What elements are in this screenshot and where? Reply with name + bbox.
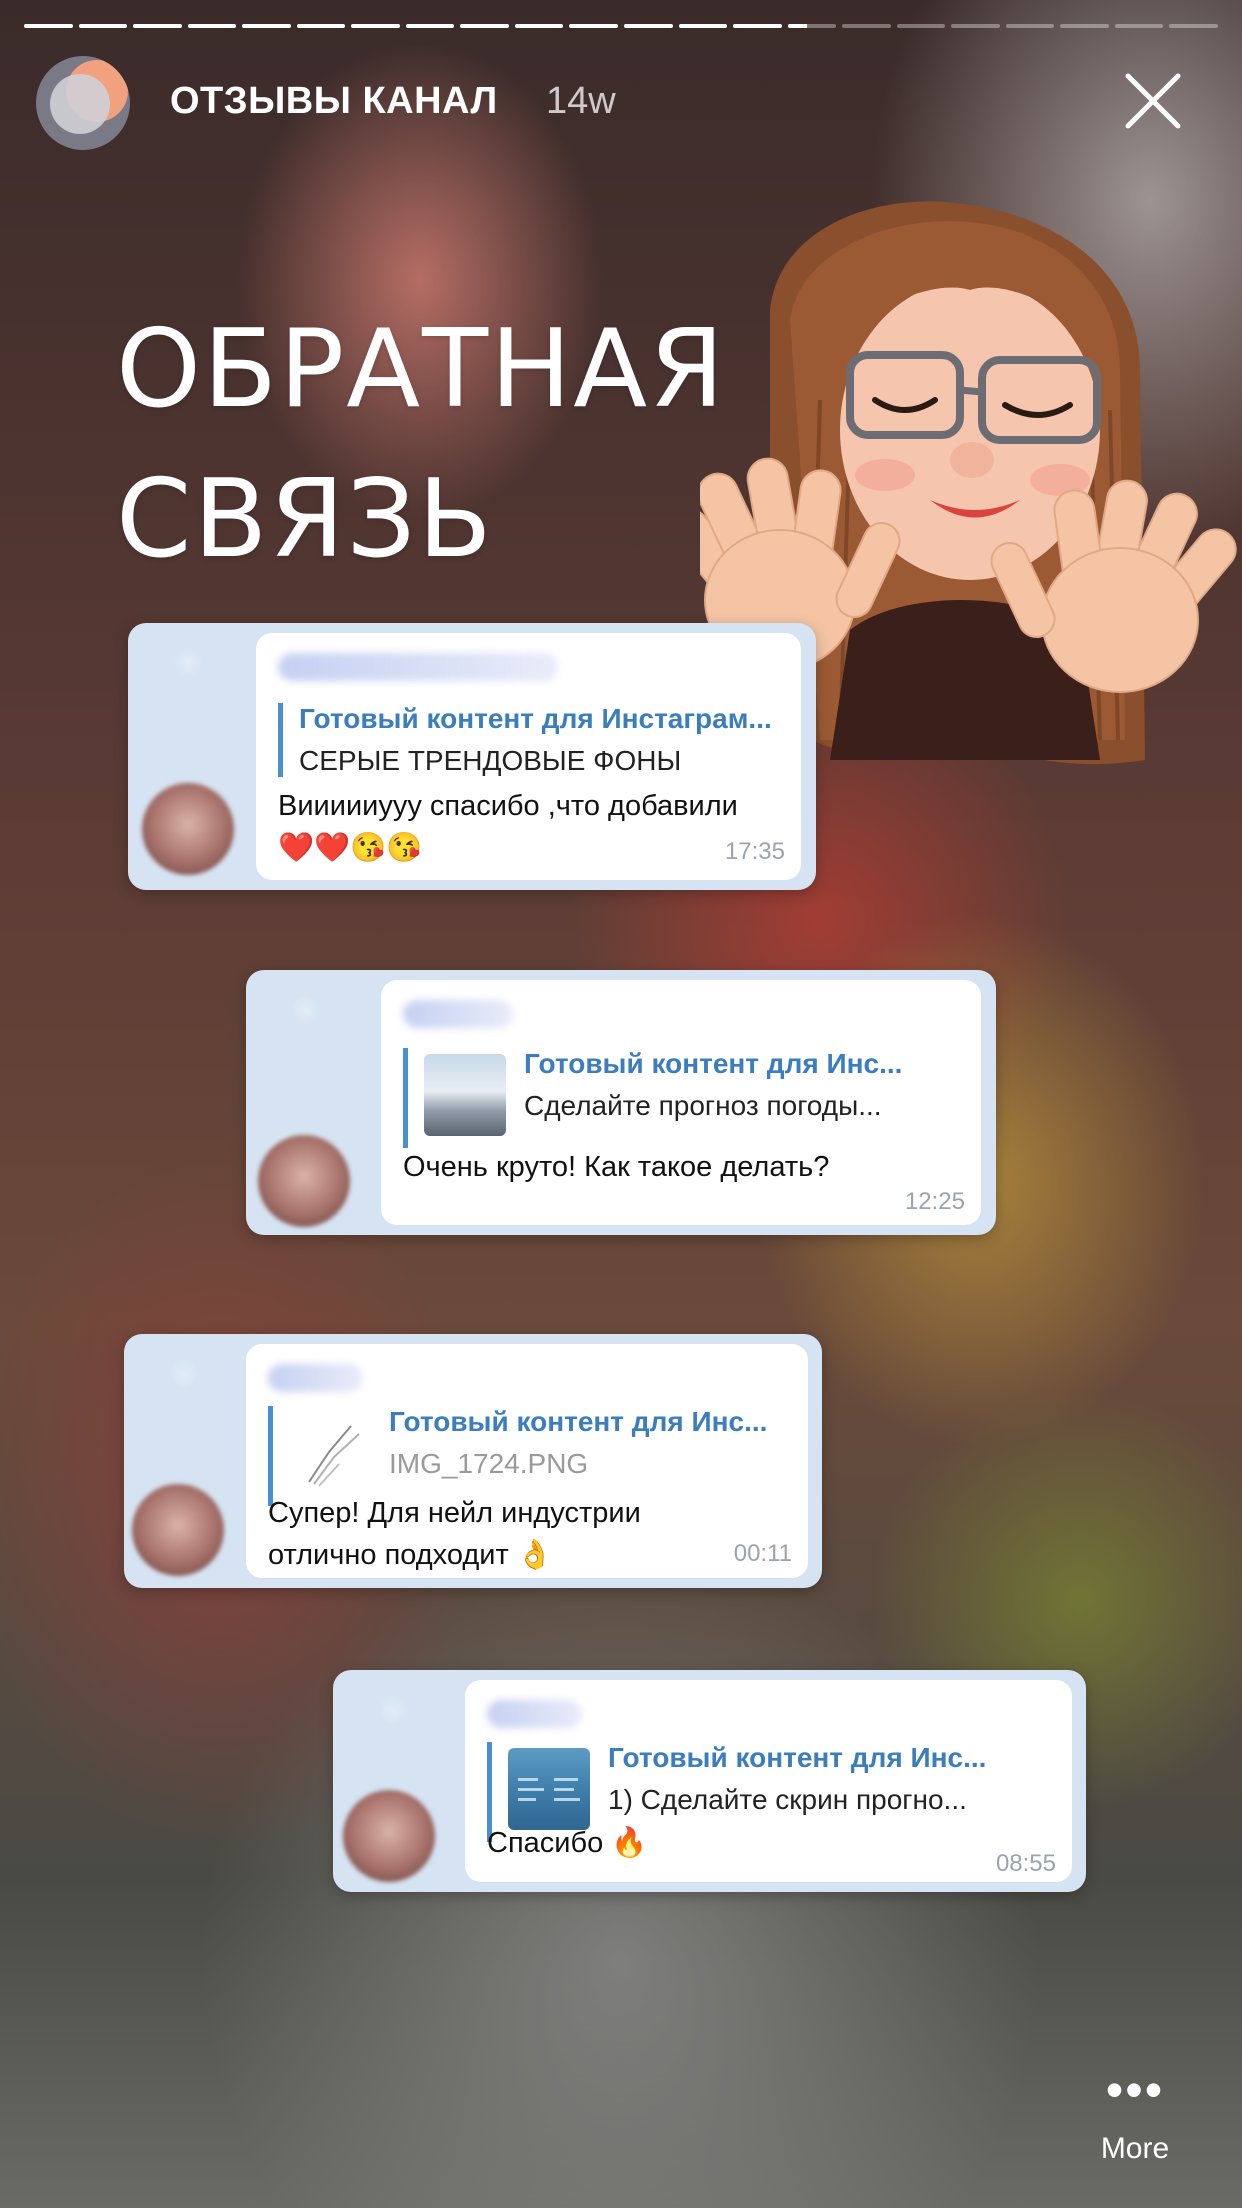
message-bubble: Готовый контент для Инс... 1) Сделайте с… xyxy=(465,1680,1072,1882)
message-text: Спасибо 🔥 xyxy=(487,1827,648,1859)
reply-post-subtitle: Сделайте прогноз погоды... xyxy=(524,1090,882,1121)
message-time: 00:11 xyxy=(733,1540,792,1567)
more-button[interactable]: ••• More xyxy=(1080,2062,1190,2180)
story-view[interactable]: ОТЗЫВЫ КАНАЛ 14w ОБРАТНАЯ СВЯЗЬ Готовый … xyxy=(0,0,1242,2208)
story-progress-segment xyxy=(405,24,455,28)
story-progress-bar xyxy=(24,24,1219,28)
story-progress-segment xyxy=(24,24,73,28)
reply-thumbnail xyxy=(508,1748,590,1830)
sender-name-blurred xyxy=(278,653,558,681)
reply-post-subtitle: 1) Сделайте скрин прогно... xyxy=(608,1784,967,1815)
reply-channel-title: Готовый контент для Инс... xyxy=(608,1742,987,1773)
more-dots-icon: ••• xyxy=(1105,2062,1165,2118)
message-time: 17:35 xyxy=(724,838,785,865)
reviewer-avatar xyxy=(132,1484,224,1576)
story-progress-segment xyxy=(187,24,237,28)
review-card: Готовый контент для Инстаграм... СЕРЫЕ Т… xyxy=(128,623,816,890)
story-time-ago: 14w xyxy=(546,80,616,122)
reply-quote[interactable]: Готовый контент для Инс... Сделайте прог… xyxy=(403,1048,902,1148)
story-title: ОБРАТНАЯ СВЯЗЬ xyxy=(116,295,726,595)
sender-name-blurred xyxy=(403,1000,513,1028)
story-progress-segment xyxy=(842,24,891,28)
story-progress-segment xyxy=(1005,24,1055,28)
reviewer-avatar xyxy=(258,1135,350,1227)
message-bubble: Готовый контент для Инстаграм... СЕРЫЕ Т… xyxy=(256,633,801,880)
story-progress-segment xyxy=(133,24,182,28)
story-progress-segment xyxy=(951,24,1000,28)
close-button[interactable] xyxy=(1122,70,1184,132)
review-card: Готовый контент для Инс... Сделайте прог… xyxy=(246,970,996,1235)
message-text: Супер! Для нейл индустрии отлично подход… xyxy=(268,1497,641,1571)
reviewer-avatar xyxy=(142,783,234,875)
story-progress-segment xyxy=(787,24,837,28)
review-card: Готовый контент для Инс... IMG_1724.PNG … xyxy=(124,1334,822,1588)
review-card: Готовый контент для Инс... 1) Сделайте с… xyxy=(333,1670,1086,1892)
more-label: More xyxy=(1100,2132,1170,2165)
channel-avatar[interactable] xyxy=(36,56,130,150)
story-progress-segment xyxy=(569,24,619,28)
story-title-line-1: ОБРАТНАЯ xyxy=(116,307,727,432)
story-progress-segment xyxy=(351,24,400,28)
reviewer-avatar xyxy=(343,1790,435,1882)
story-progress-segment xyxy=(1060,24,1109,28)
message-time: 08:55 xyxy=(995,1850,1056,1877)
story-progress-segment xyxy=(242,24,291,28)
story-progress-segment xyxy=(624,24,673,28)
story-title-line-2: СВЯЗЬ xyxy=(116,457,494,582)
story-progress-segment xyxy=(1114,24,1164,28)
message-bubble: Готовый контент для Инс... IMG_1724.PNG … xyxy=(246,1344,808,1578)
sender-name-blurred xyxy=(487,1700,582,1728)
reply-channel-title: Готовый контент для Инстаграм... xyxy=(299,703,772,734)
story-progress-segment xyxy=(296,24,346,28)
reply-post-subtitle: СЕРЫЕ ТРЕНДОВЫЕ ФОНЫ xyxy=(299,745,682,776)
reply-channel-title: Готовый контент для Инс... xyxy=(389,1406,768,1437)
message-text: Очень круто! Как такое делать? xyxy=(403,1151,830,1183)
story-progress-segment xyxy=(78,24,128,28)
reply-quote[interactable]: Готовый контент для Инстаграм... СЕРЫЕ Т… xyxy=(278,703,772,777)
message-time: 12:25 xyxy=(904,1188,965,1215)
reply-quote[interactable]: Готовый контент для Инс... IMG_1724.PNG xyxy=(268,1406,767,1506)
story-header: ОТЗЫВЫ КАНАЛ 14w xyxy=(36,52,1206,152)
reply-channel-title: Готовый контент для Инс... xyxy=(524,1048,903,1079)
story-progress-segment xyxy=(514,24,564,28)
reply-thumbnail xyxy=(424,1054,506,1136)
story-progress-segment xyxy=(678,24,728,28)
close-icon xyxy=(1125,73,1181,129)
story-progress-segment xyxy=(460,24,509,28)
story-progress-segment xyxy=(896,24,946,28)
channel-name[interactable]: ОТЗЫВЫ КАНАЛ xyxy=(170,80,498,123)
story-progress-segment xyxy=(733,24,782,28)
sender-name-blurred xyxy=(268,1364,363,1392)
reply-thumbnail xyxy=(289,1412,371,1494)
story-progress-segment xyxy=(1169,24,1219,28)
message-bubble: Готовый контент для Инс... Сделайте прог… xyxy=(381,980,981,1225)
reply-post-subtitle: IMG_1724.PNG xyxy=(389,1448,589,1479)
message-text: Виииииууу спасибо ,что добавили ❤️❤️😘😘 xyxy=(278,790,738,864)
